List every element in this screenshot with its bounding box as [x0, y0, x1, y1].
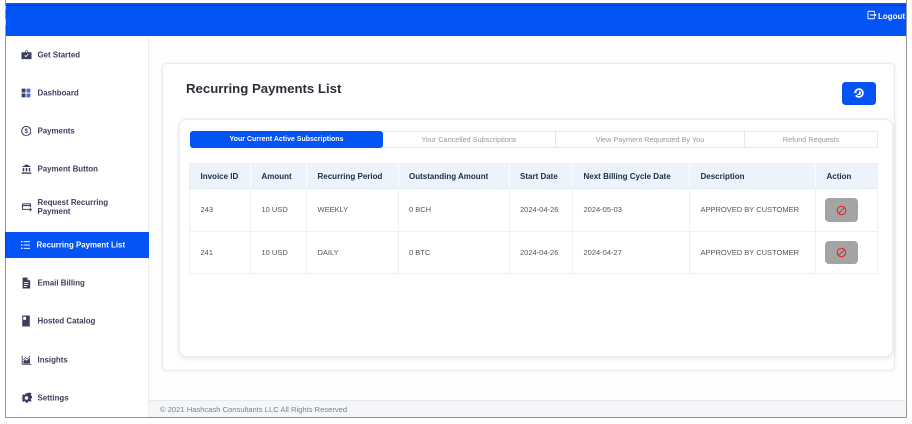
svg-text:$: $	[24, 128, 28, 135]
